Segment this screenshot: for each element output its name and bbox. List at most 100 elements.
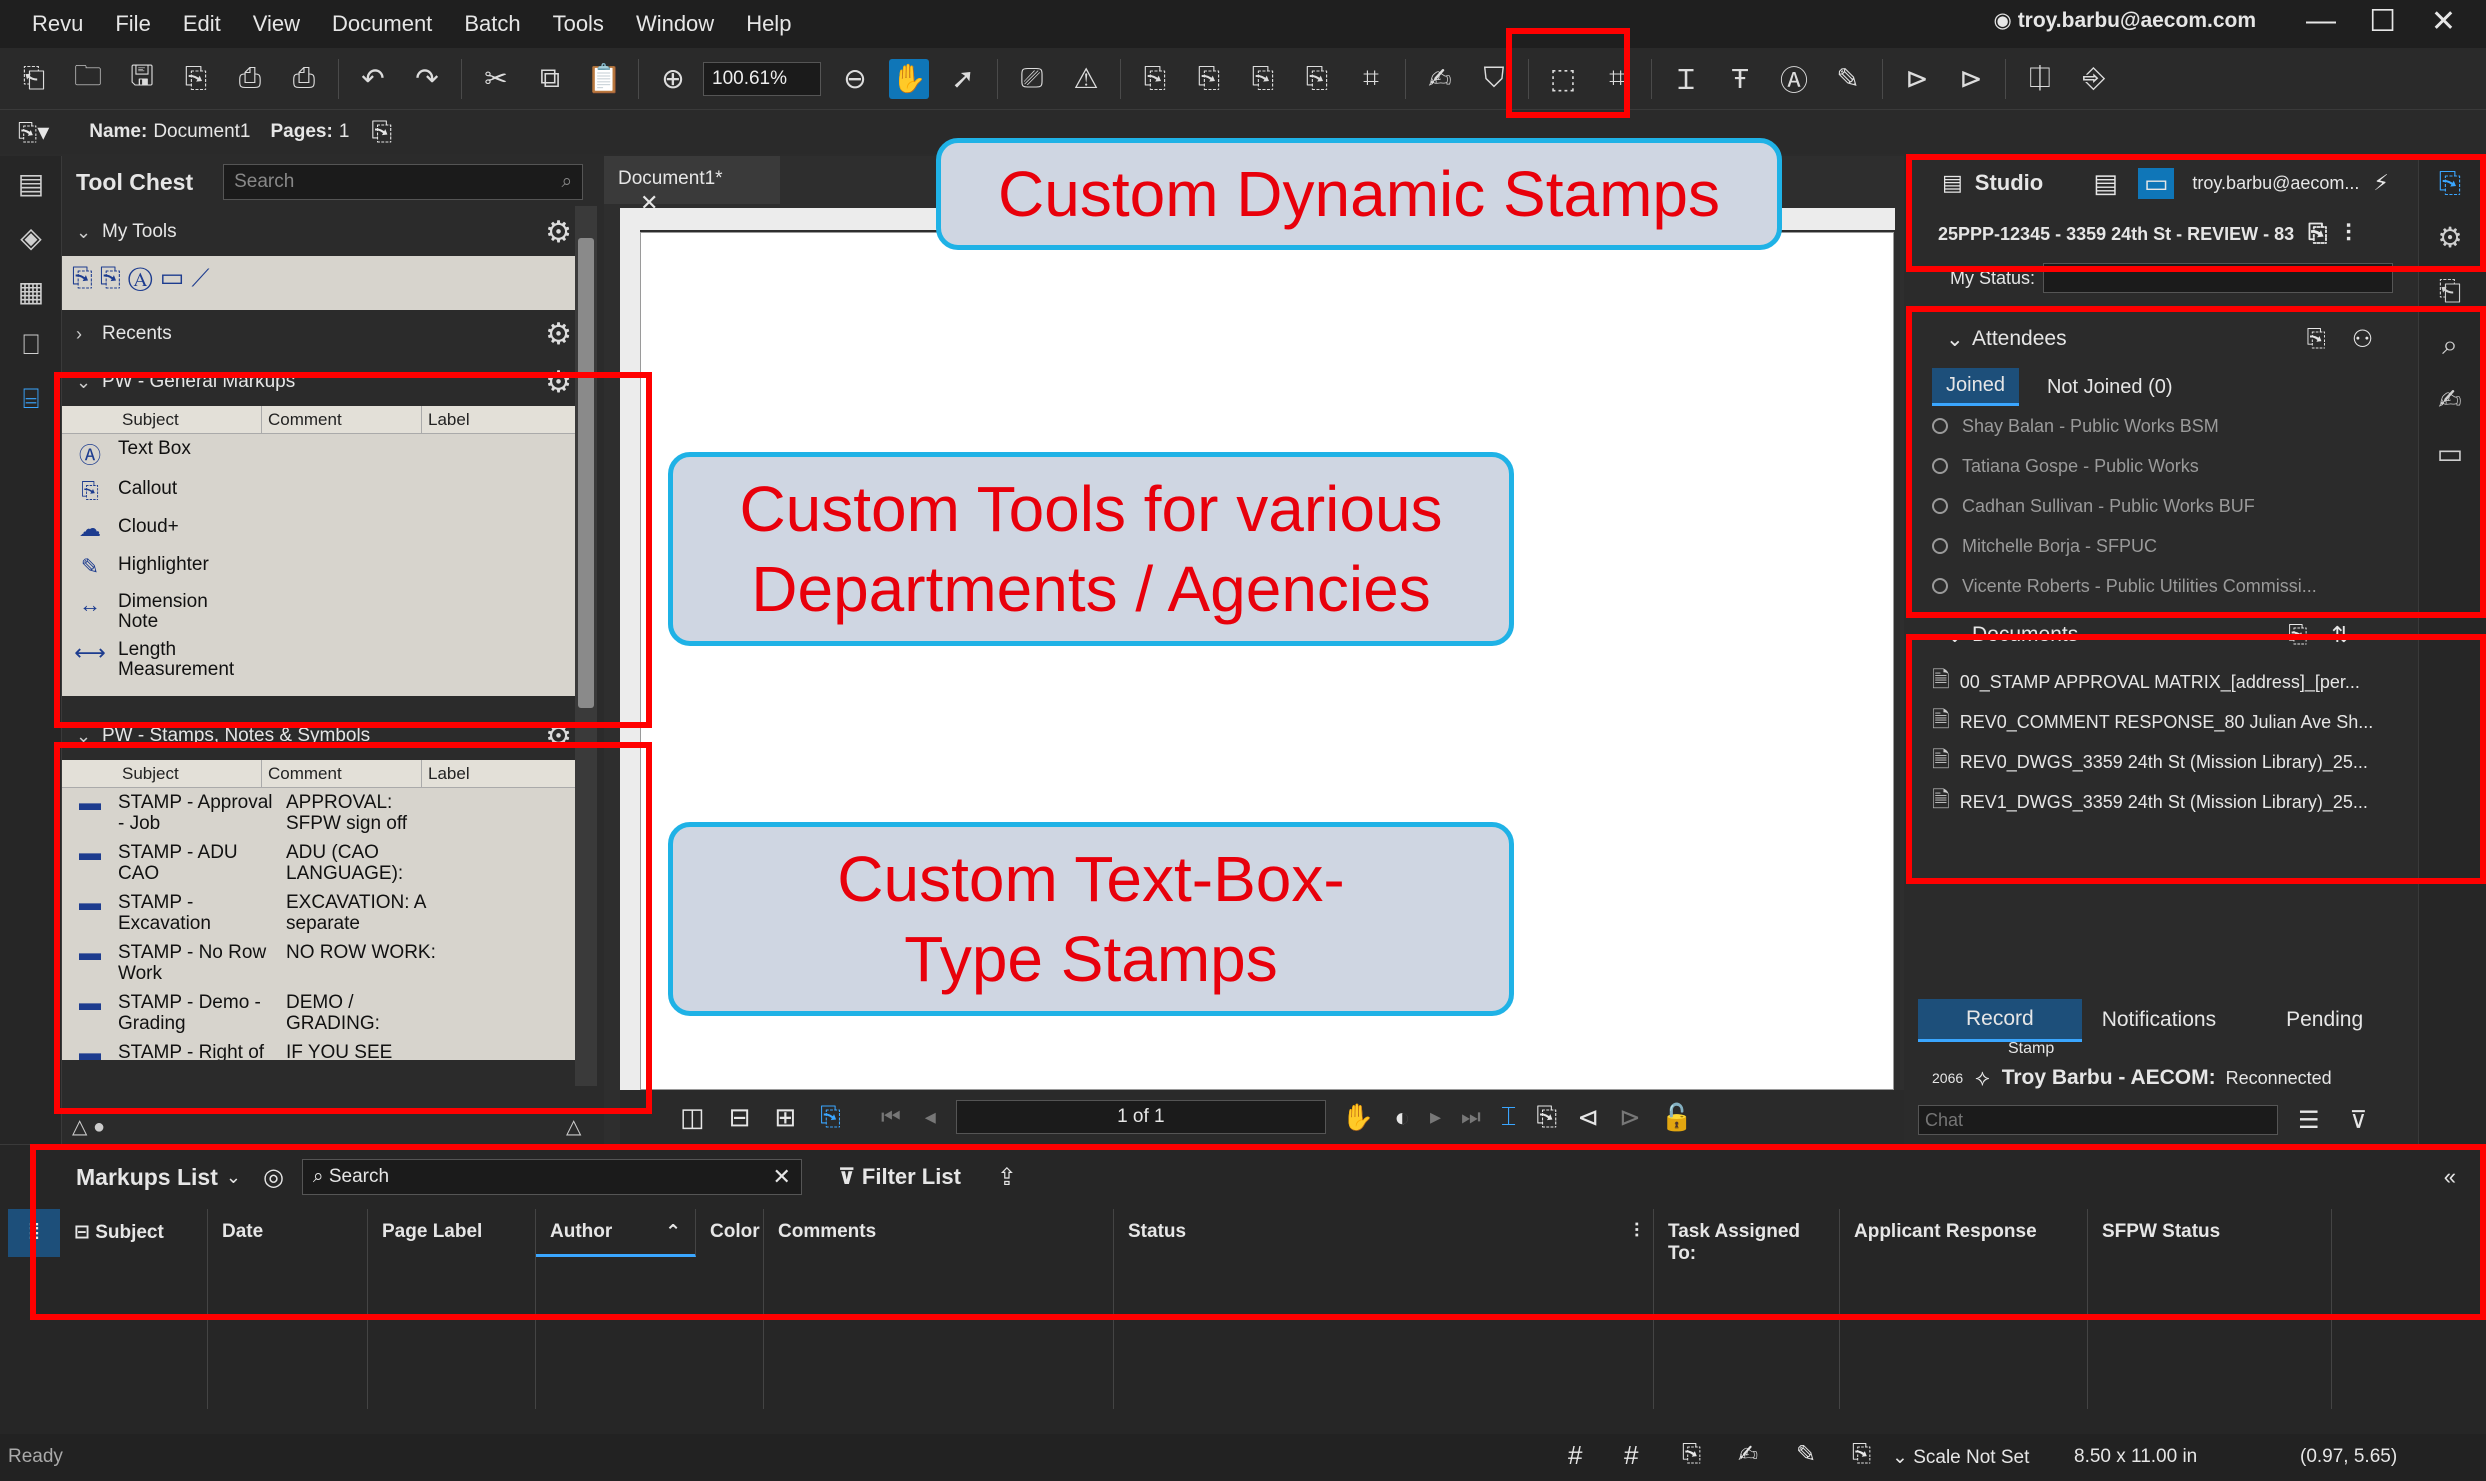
compare-icon[interactable]: ⎅ <box>2020 59 2060 99</box>
open-icon[interactable]: 🗀 <box>68 59 108 99</box>
close-icon[interactable]: ✕ <box>2431 4 2456 39</box>
reuse-icon[interactable]: ✎ <box>1796 1440 1816 1469</box>
replace-page-icon[interactable]: ⎘ <box>1297 59 1337 99</box>
snap-grid-icon[interactable]: # <box>1624 1440 1638 1471</box>
document-menu-icon[interactable]: ⎘▾ <box>18 118 49 147</box>
scale-dropdown[interactable]: ⌄ Scale Not Set <box>1892 1446 2029 1469</box>
cut-icon[interactable]: ✂ <box>476 59 516 99</box>
unflatten-icon[interactable]: ⊳ <box>1951 59 1991 99</box>
toolchest-icon[interactable]: ⌸ <box>0 372 62 426</box>
custom-tool-icon[interactable]: ⟋ <box>191 262 209 292</box>
minimize-icon[interactable]: — <box>2306 4 2336 38</box>
gear-icon[interactable]: ⚙ <box>545 215 572 250</box>
next-page-icon[interactable]: ▸ <box>1430 1104 1441 1130</box>
sync-icon[interactable]: ⌶ <box>1501 1101 1517 1133</box>
section-title: My Tools <box>102 221 177 242</box>
extract-page-icon[interactable]: ⎘ <box>1189 59 1229 99</box>
page-icon[interactable]: ⎘ <box>371 116 392 148</box>
menu-view[interactable]: View <box>253 11 300 37</box>
paste-icon[interactable]: 📋 <box>584 59 624 99</box>
print-setup-icon[interactable]: ⎙ <box>284 59 324 99</box>
menu-tools[interactable]: Tools <box>553 11 604 37</box>
zoom-in-icon[interactable]: ⊕ <box>653 59 693 99</box>
tab-notifications[interactable]: Notifications <box>2102 1000 2216 1040</box>
layers-icon[interactable]: ◈ <box>0 210 62 264</box>
highlight-icon[interactable]: ✎ <box>1828 59 1868 99</box>
lock-icon[interactable]: 🔓 <box>1661 1102 1693 1133</box>
custom-tool-icon[interactable]: ⎘ <box>72 262 93 292</box>
last-page-icon[interactable]: ⏭ <box>1461 1104 1481 1130</box>
delete-page-icon[interactable]: ⎘ <box>1243 59 1283 99</box>
thumbnails-icon[interactable]: ▤ <box>0 156 62 210</box>
pan-icon[interactable]: ✋ <box>1342 1102 1374 1133</box>
triangle-icon[interactable]: △ <box>566 1114 581 1139</box>
tool-chest-search[interactable]: Search ⌕ <box>223 164 584 200</box>
save-icon[interactable]: 🖫 <box>122 59 162 99</box>
separator <box>1651 58 1652 99</box>
record-stamp-label: Stamp <box>2008 1040 2055 1057</box>
ocr-icon[interactable]: Ⓐ <box>1774 59 1814 99</box>
snapshot-icon[interactable]: ⎚ <box>1012 59 1052 99</box>
zoom-input[interactable] <box>703 61 821 96</box>
snap-markup-icon[interactable]: ✍ <box>1738 1440 1758 1469</box>
grid-view-icon[interactable]: ⊞ <box>774 1102 796 1133</box>
insert-page-icon[interactable]: ⎘ <box>1135 59 1175 99</box>
contrast-icon[interactable]: ◐ <box>1394 1102 1410 1133</box>
pan-icon[interactable]: ✋ <box>889 58 929 99</box>
custom-tool-icon[interactable]: Ⓐ <box>128 262 152 292</box>
page-fit-icon[interactable]: ⎘ <box>1536 1101 1557 1133</box>
menu-edit[interactable]: Edit <box>183 11 221 37</box>
text-select-icon[interactable]: Ɪ <box>1666 59 1706 99</box>
print-icon[interactable]: ⎙ <box>230 59 270 99</box>
undo-icon[interactable]: ↶ <box>353 59 393 99</box>
overlay-icon[interactable]: ⎆ <box>2074 59 2114 99</box>
section-my-tools[interactable]: ⌄ My Tools ⚙ <box>62 208 604 256</box>
spaces-icon[interactable]: ▦ <box>0 264 62 318</box>
save-as-icon[interactable]: ⎘ <box>176 59 216 99</box>
list-icon[interactable]: ☰ <box>2298 1106 2320 1135</box>
triangle-icon[interactable]: △ ● <box>72 1114 105 1139</box>
custom-tool-icon[interactable]: ▭ <box>160 262 185 292</box>
pages-label: Pages: <box>270 121 333 142</box>
custom-tool-icon[interactable]: ⎘ <box>100 262 121 292</box>
flatten-icon[interactable]: ⊳ <box>1897 59 1937 99</box>
zoom-out-icon[interactable]: ⊖ <box>835 59 875 99</box>
prev-page-icon[interactable]: ◂ <box>925 1104 936 1130</box>
filter-icon[interactable]: ⊽ <box>2350 1106 2368 1135</box>
sync-icon[interactable]: ⎘ <box>1852 1440 1871 1468</box>
sign-icon[interactable]: ✍ <box>1420 59 1460 99</box>
annotation-box-attendees <box>1906 306 2486 618</box>
split-horizontal-icon[interactable]: ⊟ <box>729 1102 751 1133</box>
tab-document1[interactable]: Document1* ✕ <box>604 156 780 215</box>
copy-icon[interactable]: ⧉ <box>530 59 570 99</box>
split-vertical-icon[interactable]: ◫ <box>680 1102 705 1133</box>
menu-revu[interactable]: Revu <box>32 11 83 37</box>
maximize-icon[interactable]: ☐ <box>2369 4 2396 39</box>
menu-file[interactable]: File <box>115 11 150 37</box>
tab-record[interactable]: Record <box>1918 998 2082 1042</box>
menu-batch[interactable]: Batch <box>464 11 520 37</box>
new-icon[interactable]: ⎗ <box>14 59 54 99</box>
page-indicator[interactable]: 1 of 1 <box>955 1100 1326 1134</box>
menu-document[interactable]: Document <box>332 11 432 37</box>
tab-pending[interactable]: Pending <box>2286 1000 2363 1040</box>
select-icon[interactable]: ➚ <box>943 59 983 99</box>
gear-icon[interactable]: ⚙ <box>545 317 572 352</box>
single-page-icon[interactable]: ⎘ <box>820 1101 841 1133</box>
separator <box>997 58 998 99</box>
menu-window[interactable]: Window <box>636 11 714 37</box>
first-page-icon[interactable]: ⏮ <box>881 1104 901 1130</box>
back-icon[interactable]: ⊲ <box>1577 1102 1599 1133</box>
redo-icon[interactable]: ↷ <box>407 59 447 99</box>
chat-input[interactable] <box>1918 1105 2278 1135</box>
alert-icon[interactable]: ⚠ <box>1066 59 1106 99</box>
forward-icon[interactable]: ⊳ <box>1619 1102 1641 1133</box>
snap-content-icon[interactable]: ⎘ <box>1682 1440 1701 1468</box>
section-recents[interactable]: › Recents ⚙ <box>62 310 604 358</box>
user-account[interactable]: ◉ troy.barbu@aecom.com <box>1994 8 2256 33</box>
typewriter-icon[interactable]: Ŧ <box>1720 59 1760 99</box>
crop-icon[interactable]: ⌗ <box>1351 59 1391 99</box>
bookmarks-icon[interactable]: ⎕ <box>0 318 62 372</box>
grid-icon[interactable]: # <box>1568 1440 1582 1471</box>
menu-help[interactable]: Help <box>746 11 791 37</box>
